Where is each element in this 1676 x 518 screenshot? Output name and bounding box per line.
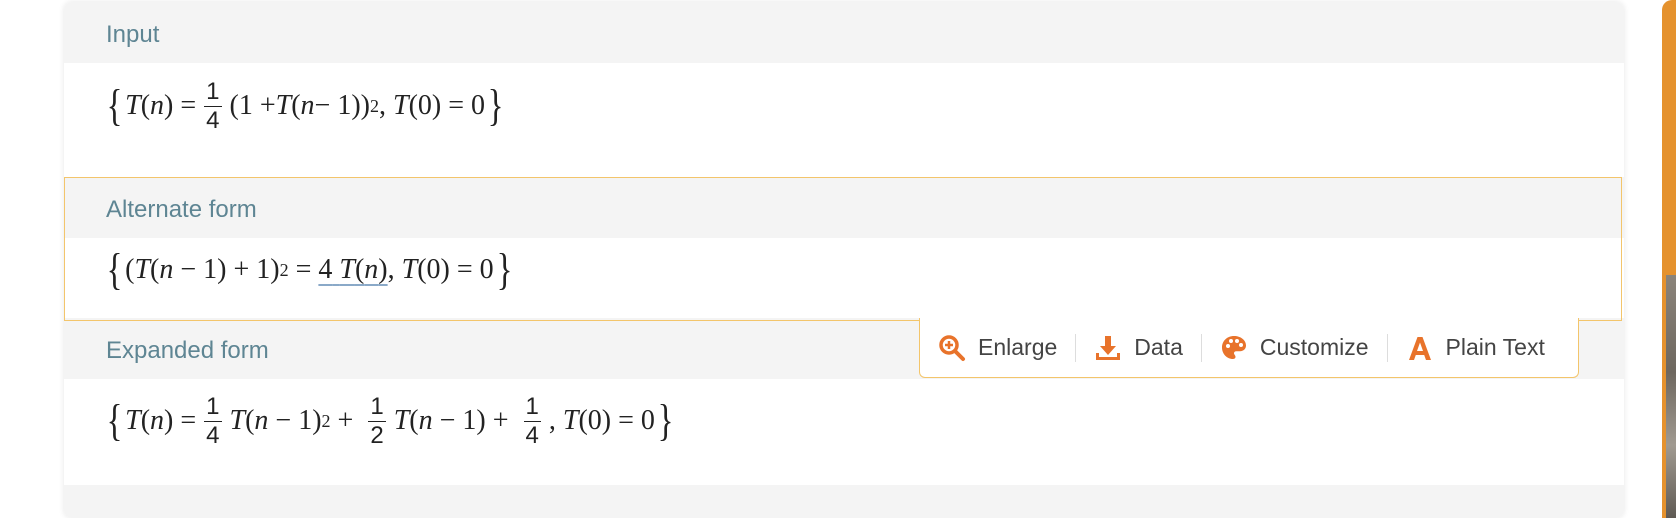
fraction: 14 — [523, 393, 541, 449]
pod-header-next — [64, 485, 1624, 518]
background-photo-strip — [1666, 275, 1676, 518]
pod-body-alternate-form[interactable]: { (T(n − 1) + 1) 2 = 4 T(n) , T (0) = 0 } — [64, 238, 1624, 318]
data-button[interactable]: Data — [1076, 318, 1201, 377]
alternate-form-formula: { (T(n − 1) + 1) 2 = 4 T(n) , T (0) = 0 } — [106, 245, 513, 294]
input-formula: { T(n) = 14 (1 + T(n − 1)) 2 , T (0) = 0 } — [106, 78, 504, 134]
adjacent-panel-edge — [1662, 0, 1676, 518]
letter-a-icon — [1406, 334, 1434, 362]
fraction: 14 — [204, 393, 222, 449]
pod-header-alternate-form: Alternate form — [64, 177, 1624, 238]
pod-body-expanded-form[interactable]: { T(n) = 14 T(n − 1) 2 + 12 T(n − 1) + 14… — [64, 379, 1624, 485]
pod-body-input[interactable]: { T(n) = 14 (1 + T(n − 1)) 2 , T (0) = 0 } — [64, 63, 1624, 179]
zoom-plus-icon — [938, 334, 966, 362]
pod-toolbar: Enlarge Data Customize Plain Text — [919, 318, 1579, 378]
pod-title-expanded-form: Expanded form — [106, 337, 269, 364]
plain-text-button[interactable]: Plain Text — [1388, 318, 1563, 377]
customize-button[interactable]: Customize — [1202, 318, 1387, 377]
expanded-form-formula: { T(n) = 14 T(n − 1) 2 + 12 T(n − 1) + 14… — [106, 393, 674, 449]
palette-icon — [1220, 334, 1248, 362]
pod-header-input: Input — [64, 2, 1624, 63]
results-card: Input { T(n) = 14 (1 + T(n − 1)) 2 , T (0)… — [64, 2, 1624, 518]
linked-term[interactable]: 4 T(n) — [318, 254, 387, 286]
pod-title-input: Input — [106, 21, 160, 48]
enlarge-button[interactable]: Enlarge — [920, 318, 1075, 377]
download-icon — [1094, 334, 1122, 362]
fraction: 12 — [368, 393, 386, 449]
pod-title-alternate-form: Alternate form — [106, 196, 257, 223]
fraction: 14 — [204, 78, 222, 134]
